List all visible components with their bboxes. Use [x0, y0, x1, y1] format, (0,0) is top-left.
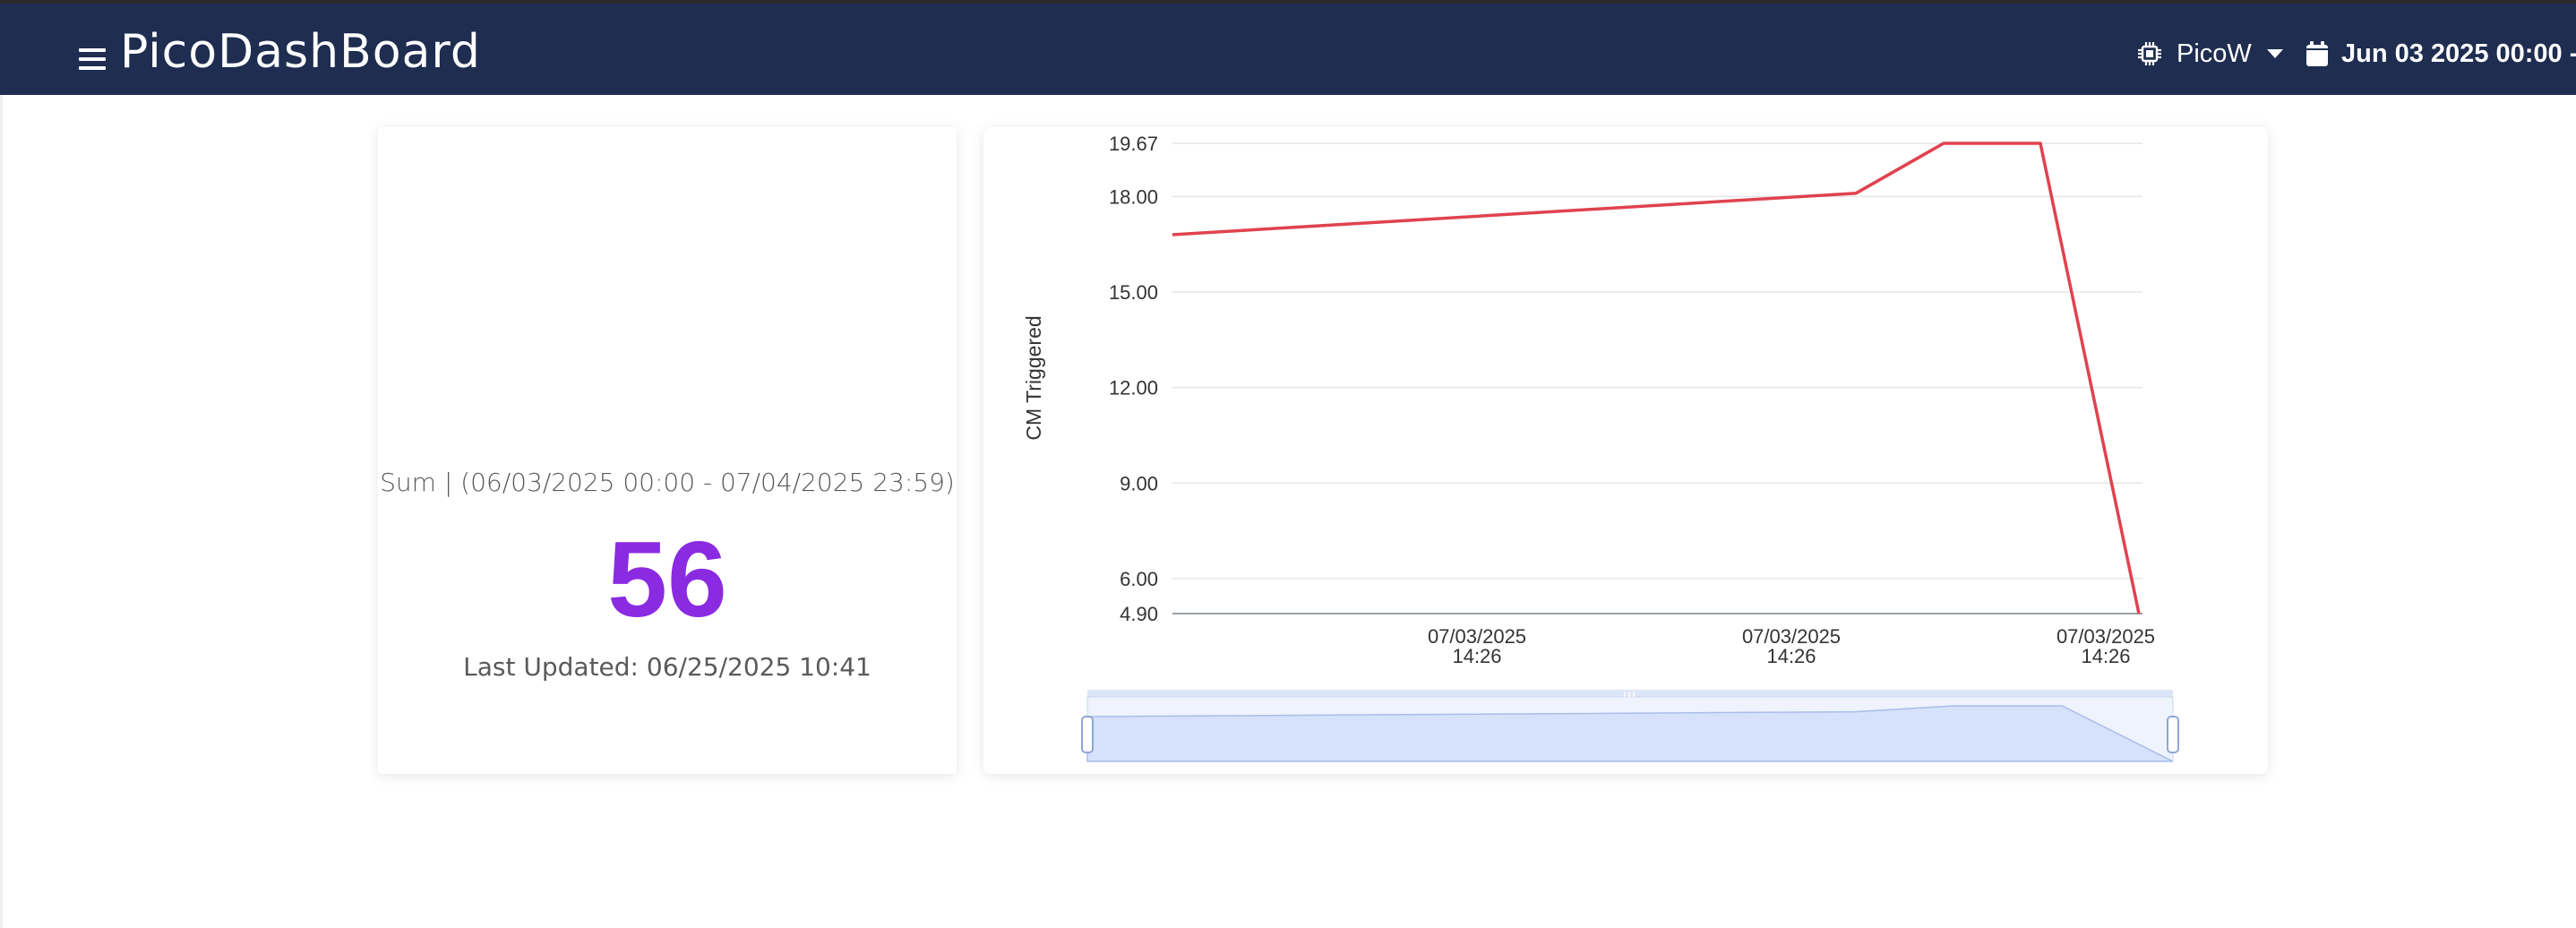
zoom-handle-right[interactable]: [2167, 716, 2179, 753]
y-tick-label: 15.00: [1109, 281, 1158, 304]
stat-card: Sum | (06/03/2025 00:00 - 07/04/2025 23:…: [378, 127, 957, 774]
y-tick-label: 9.00: [1120, 472, 1158, 494]
zoom-handle-left[interactable]: [1081, 716, 1094, 753]
chart-card: 19.67 18.00 15.00 12.00 9.00 6.00 4.90 CM Trigg…: [983, 127, 2268, 774]
y-tick-label: 6.00: [1120, 568, 1158, 590]
hamburger-menu-icon[interactable]: [79, 48, 107, 72]
stat-value: 56: [607, 520, 727, 640]
stat-last-updated: Last Updated: 06/25/2025 10:41: [463, 652, 872, 682]
device-label: PicoW: [2177, 39, 2252, 68]
device-dropdown[interactable]: PicoW: [2137, 34, 2284, 73]
y-tick-label: 19.67: [1109, 133, 1158, 155]
caret-down-icon: [2266, 49, 2283, 58]
x-tick-label: 14:26: [1766, 645, 1816, 667]
series-line: [1172, 142, 2141, 614]
date-range-picker[interactable]: Jun 03 2025 00:00 -: [2306, 34, 2576, 73]
line-chart[interactable]: 19.67 18.00 15.00 12.00 9.00 6.00 4.90 CM Trigg…: [983, 127, 2268, 774]
x-tick-label: 14:26: [2081, 645, 2130, 667]
y-tick-label: 18.00: [1109, 185, 1158, 208]
date-range-label: Jun 03 2025 00:00 -: [2341, 39, 2576, 68]
top-navbar: PicoDashBoard PicoW Jun 03 2025 00:00 -: [0, 4, 2576, 95]
y-tick-label: 12.00: [1109, 377, 1158, 400]
calendar-icon: [2306, 41, 2328, 66]
x-tick-label: 14:26: [1452, 645, 1501, 667]
cpu-chip-icon: [2138, 42, 2161, 65]
page-left-edge: [0, 95, 3, 928]
app-brand[interactable]: PicoDashBoard: [120, 25, 481, 79]
y-axis-title: CM Triggered: [1022, 315, 1045, 440]
y-tick-label: 4.90: [1120, 603, 1158, 625]
stat-title: Sum | (06/03/2025 00:00 - 07/04/2025 23:…: [380, 468, 955, 497]
